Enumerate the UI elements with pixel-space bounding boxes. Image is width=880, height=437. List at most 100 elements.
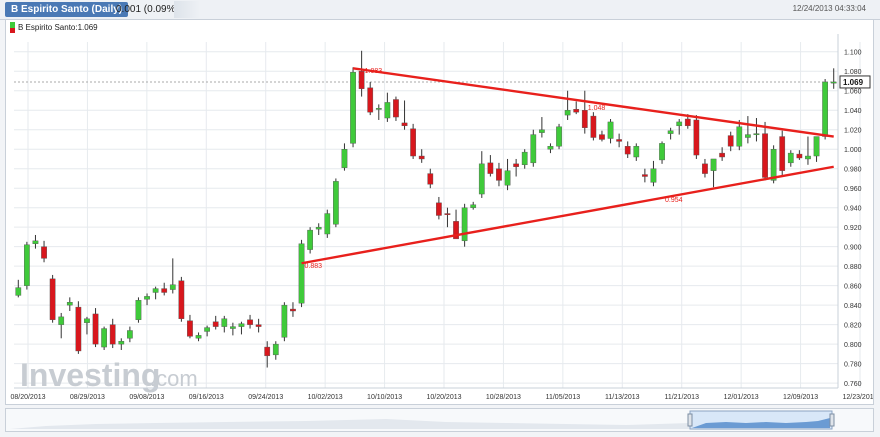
candle: [324, 209, 331, 238]
candle-body: [195, 335, 202, 339]
y-tick-label: 1.000: [844, 147, 862, 154]
candle-body: [693, 119, 700, 156]
timestamp: 12/24/2013 04:33:04: [792, 4, 866, 13]
candle-body: [290, 308, 296, 312]
y-tick-label: 0.940: [844, 206, 862, 213]
candle: [84, 316, 90, 335]
trendline-lower[interactable]: [301, 165, 834, 265]
candle-body: [633, 146, 640, 158]
candle: [633, 143, 640, 161]
candle: [539, 117, 545, 138]
navigator-left-handle[interactable]: [687, 413, 693, 427]
candle: [487, 155, 494, 177]
candle-body: [152, 288, 159, 293]
candle-body: [753, 133, 760, 136]
legend-swatch-up: [10, 22, 15, 28]
candle-body: [307, 229, 313, 250]
candle: [178, 276, 185, 322]
candle: [127, 326, 133, 343]
candle: [410, 123, 416, 159]
candle: [92, 308, 99, 348]
candle-body: [573, 109, 580, 113]
last-price-label: 1.069: [843, 78, 864, 87]
candle-body: [667, 130, 674, 134]
candle: [195, 332, 202, 342]
candle: [393, 96, 399, 121]
candle: [702, 158, 708, 178]
candle-body: [247, 319, 253, 325]
candle-body: [358, 71, 365, 89]
y-tick-label: 0.860: [844, 284, 862, 291]
candle: [272, 341, 279, 360]
x-tick-label: 09/08/2013: [129, 394, 164, 401]
candle: [513, 158, 519, 177]
candle: [822, 79, 828, 140]
navigator-history-area: [10, 419, 690, 429]
y-tick-label: 0.800: [844, 342, 862, 349]
candle-body: [702, 163, 708, 174]
candle-body: [384, 102, 391, 119]
candle: [307, 227, 313, 254]
candles: [15, 50, 837, 368]
candle: [204, 325, 210, 337]
candle: [779, 130, 786, 177]
candle-body: [255, 324, 262, 327]
candle-body: [49, 278, 56, 320]
candle-body: [298, 243, 305, 304]
candle-body: [109, 324, 116, 345]
candle-body: [676, 121, 683, 127]
candle: [350, 67, 356, 148]
y-tick-label: 1.100: [844, 50, 862, 57]
y-tick-label: 0.840: [844, 303, 862, 310]
candle-body: [204, 327, 210, 332]
x-tick-label: 12/01/2013: [724, 394, 759, 401]
candle: [384, 92, 391, 122]
candle-body: [496, 168, 502, 181]
candle-body: [367, 87, 374, 113]
y-tick-label: 1.020: [844, 128, 862, 135]
y-tick-label: 1.060: [844, 89, 862, 96]
legend-swatch-down: [10, 28, 15, 33]
candle-body: [15, 287, 22, 296]
candle-body: [607, 121, 614, 139]
x-tick-label: 09/24/2013: [248, 394, 283, 401]
candle-body: [659, 143, 665, 161]
candle-body: [539, 129, 545, 133]
watermark-suffix: .com: [150, 366, 198, 391]
candle-body: [401, 122, 408, 127]
candle: [187, 314, 193, 339]
candle-body: [513, 163, 519, 167]
candle-body: [187, 320, 193, 337]
candle: [49, 274, 56, 323]
candle: [693, 115, 700, 159]
candle-body: [822, 81, 828, 137]
candle: [15, 279, 22, 298]
annotation-label: 1.083: [365, 68, 383, 75]
candle-body: [66, 302, 73, 306]
candle-body: [805, 155, 811, 160]
candlestick-chart[interactable]: Investing .com 0.8831.0831.0480.954 1.10…: [6, 20, 878, 404]
symbol-tab[interactable]: B Espirito Santo (Daily): [5, 2, 129, 17]
candle-body: [581, 110, 588, 128]
candle-body: [350, 72, 356, 144]
x-tick-label: 09/16/2013: [189, 394, 224, 401]
candle: [118, 338, 125, 350]
candle: [547, 143, 554, 154]
navigator-right-handle[interactable]: [829, 413, 835, 427]
candle-body: [418, 155, 425, 160]
candle: [470, 201, 477, 210]
candle: [290, 302, 296, 317]
candle-body: [590, 115, 597, 138]
y-tick-label: 0.900: [844, 245, 862, 252]
candle-body: [32, 240, 39, 244]
candle: [135, 297, 142, 323]
candle: [496, 162, 502, 187]
candle-body: [762, 133, 768, 178]
navigator-bar[interactable]: [5, 408, 874, 432]
candle: [66, 297, 73, 312]
candle-body: [333, 181, 339, 225]
navigator[interactable]: [6, 409, 873, 431]
chart-panel[interactable]: Investing .com 0.883 1.083 1.048 0.954 1.10…: [5, 19, 878, 405]
x-tick-label: 10/10/2013: [367, 394, 402, 401]
candle: [787, 150, 794, 167]
